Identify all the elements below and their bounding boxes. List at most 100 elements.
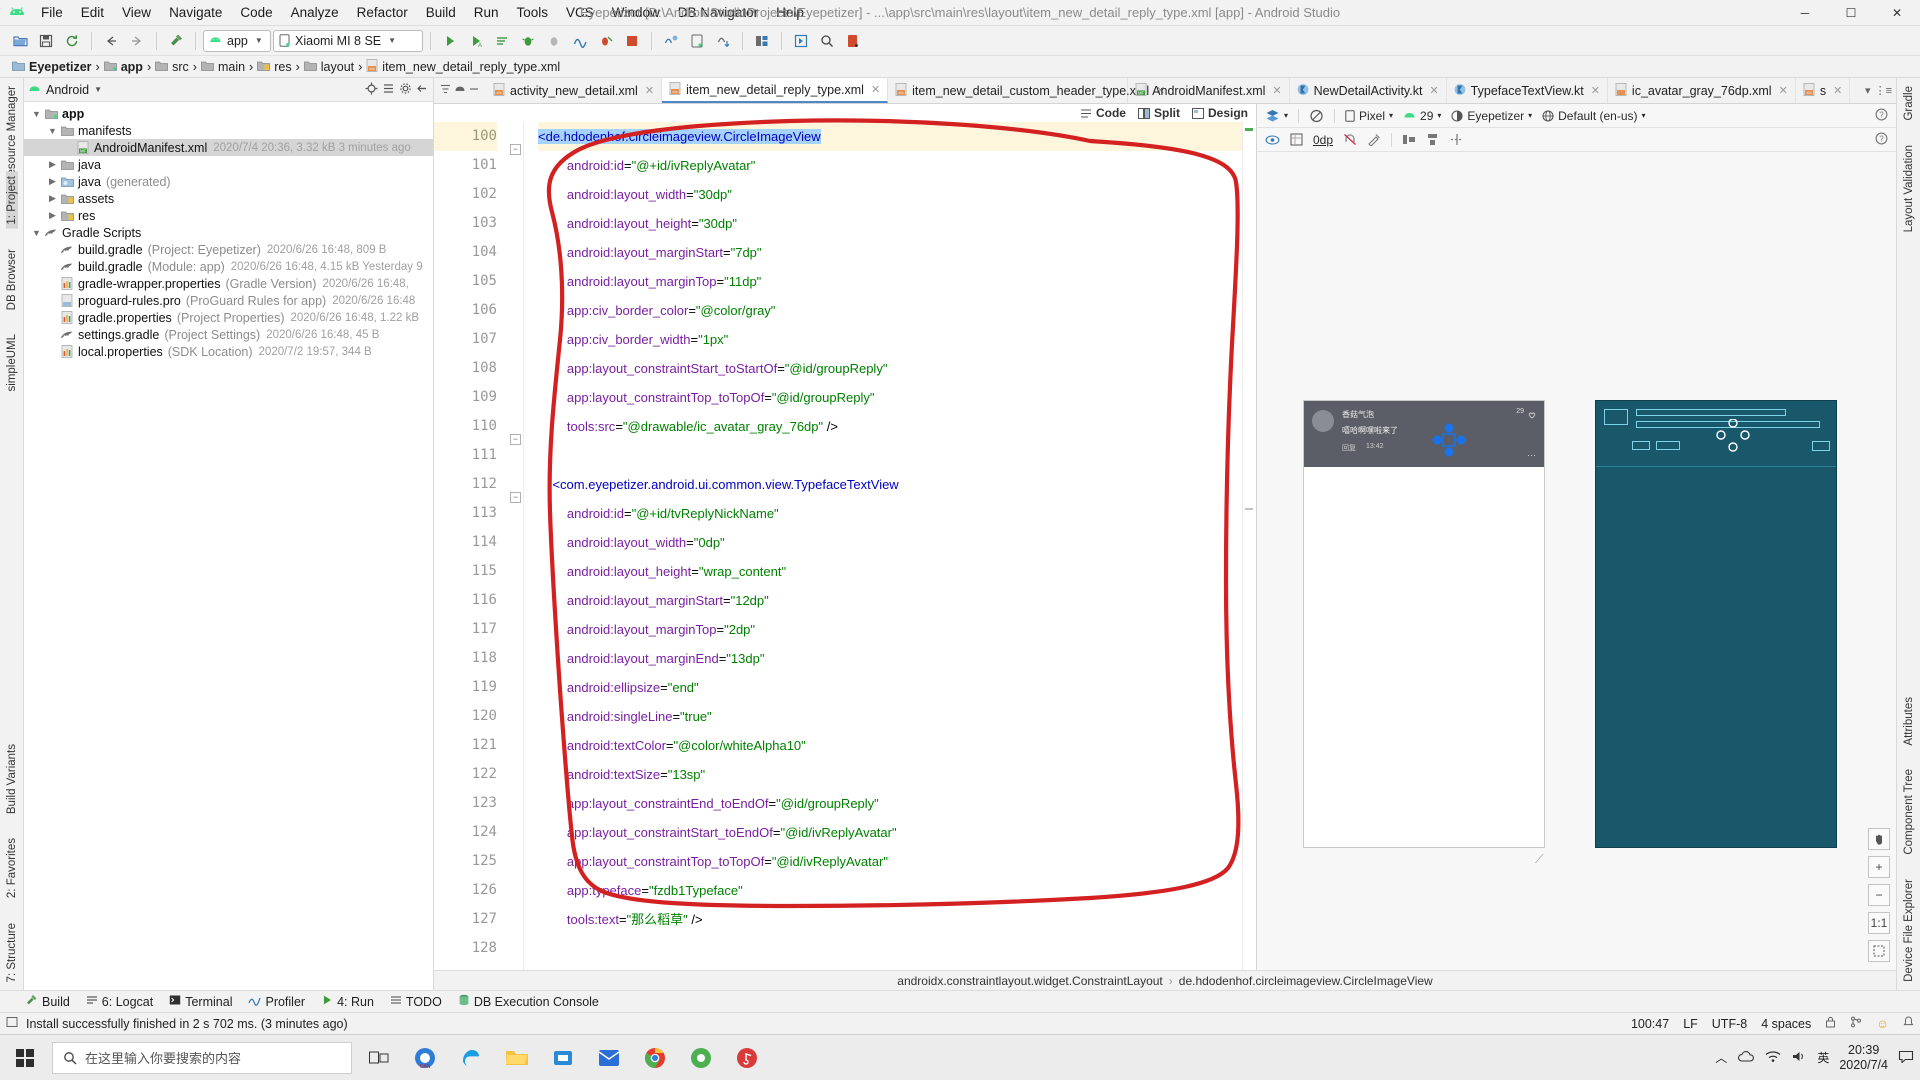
hide-tabs-icon[interactable] — [468, 83, 480, 98]
chrome-icon[interactable] — [636, 1039, 674, 1077]
sort-tabs-icon[interactable] — [440, 83, 452, 98]
code-line[interactable]: app:civ_border_color="@color/gray" — [538, 296, 1242, 325]
tree-row[interactable]: MF AndroidManifest.xml 2020/7/4 20:36, 3.3… — [24, 139, 433, 156]
code-line[interactable]: <com.eyepetizer.android.ui.common.view.T… — [538, 470, 1242, 499]
locate-icon[interactable] — [365, 82, 378, 98]
code-line[interactable]: app:layout_constraintStart_toEndOf="@id/… — [538, 818, 1242, 847]
expand-arrow-open-icon[interactable]: ▼ — [30, 228, 43, 238]
tree-row[interactable]: gradle.properties (Project Properties) 202… — [24, 309, 433, 326]
expand-arrow-closed-icon[interactable]: ▶ — [46, 193, 59, 204]
breadcrumb-item-src[interactable]: src — [153, 60, 191, 74]
code-line[interactable]: android:layout_height="wrap_content" — [538, 557, 1242, 586]
code-line[interactable]: android:textColor="@color/whiteAlpha10" — [538, 731, 1242, 760]
mode-code[interactable]: Code — [1080, 106, 1126, 120]
orientation-icon[interactable] — [1309, 109, 1324, 123]
tool-window-4-run[interactable]: 4: Run — [321, 994, 374, 1009]
blueprint-selection-handles[interactable] — [1716, 418, 1750, 456]
action-center-icon[interactable] — [1898, 1049, 1914, 1066]
maximize-button[interactable]: ☐ — [1828, 0, 1874, 26]
expand-arrow-closed-icon[interactable]: ▶ — [46, 210, 59, 221]
code-line[interactable]: app:layout_constraintEnd_toEndOf="@id/gr… — [538, 789, 1242, 818]
tray-volume-icon[interactable] — [1791, 1050, 1807, 1066]
editor-tab-activity-new-detail-xml[interactable]: <> activity_new_detail.xml ✕ — [486, 78, 663, 103]
rail-item-component-tree[interactable]: Component Tree — [1903, 765, 1915, 859]
tool-window-build[interactable]: Build — [26, 994, 70, 1009]
file-encoding[interactable]: UTF-8 — [1712, 1017, 1747, 1031]
editor-tab-ic-avatar-gray-76dp-xml[interactable]: ic_avatar_gray_76dp.xml ✕ — [1608, 78, 1796, 103]
sdk-update-icon[interactable] — [711, 29, 735, 53]
code-fold-toggle[interactable]: − — [510, 434, 521, 445]
blueprint-surface[interactable] — [1595, 400, 1837, 848]
layout-inspector-icon[interactable] — [789, 29, 813, 53]
tab-list-icon[interactable]: ⋮≡ — [1875, 84, 1892, 97]
code-line[interactable]: tools:src="@drawable/ic_avatar_gray_76dp… — [538, 412, 1242, 441]
expand-arrow-closed-icon[interactable]: ▶ — [46, 176, 59, 187]
menu-item-code[interactable]: Code — [231, 3, 281, 22]
selection-handles[interactable] — [1432, 423, 1466, 460]
editor-tab-item-new-detail-custom-header-type-xml[interactable]: <> item_new_detail_custom_header_type.xml… — [888, 78, 1165, 103]
breadcrumb-item-main[interactable]: main — [199, 60, 247, 74]
code-line[interactable]: app:layout_constraintStart_toStartOf="@i… — [538, 354, 1242, 383]
rail-item-gradle[interactable]: Gradle — [1903, 82, 1915, 125]
close-tab-icon[interactable]: ✕ — [1429, 84, 1438, 97]
rail-item-2-favorites[interactable]: 2: Favorites — [6, 834, 18, 902]
code-line[interactable]: app:typeface="fzdb1Typeface" — [538, 876, 1242, 905]
rail-item-layout-validation[interactable]: Layout Validation — [1903, 141, 1915, 236]
code-line[interactable]: android:singleLine="true" — [538, 702, 1242, 731]
tab-overflow-icon[interactable]: ▾ — [1865, 84, 1871, 97]
theme-picker[interactable]: Eyepetizer ▾ — [1451, 109, 1532, 123]
code-line[interactable]: android:layout_marginStart="12dp" — [538, 586, 1242, 615]
taskbar-search[interactable]: 在这里输入你要搜索的内容 — [52, 1041, 352, 1074]
rail-item-7-structure[interactable]: 7: Structure — [6, 919, 18, 986]
code-line[interactable]: <de.hdodenhof.circleimageview.CircleImag… — [538, 122, 1242, 151]
zoom-in-button[interactable]: + — [1868, 856, 1890, 878]
run-coverage-icon[interactable]: A — [464, 29, 488, 53]
menu-item-navigate[interactable]: Navigate — [160, 3, 231, 22]
align-horizontal-icon[interactable] — [1402, 133, 1416, 146]
settings-gear-icon[interactable] — [399, 82, 412, 98]
tree-row[interactable]: gradle-wrapper.properties (Gradle Version… — [24, 275, 433, 292]
tree-row[interactable]: ▼ manifests — [24, 122, 433, 139]
code-line[interactable]: android:layout_width="0dp" — [538, 528, 1242, 557]
menu-item-analyze[interactable]: Analyze — [282, 3, 348, 22]
ime-indicator[interactable]: 英 — [1817, 1049, 1829, 1066]
apply-changes-icon[interactable] — [490, 29, 514, 53]
component-breadcrumb-item[interactable]: de.hdodenhof.circleimageview.CircleImage… — [1179, 974, 1433, 988]
code-line[interactable]: android:layout_marginTop="2dp" — [538, 615, 1242, 644]
profiler-icon[interactable] — [568, 29, 592, 53]
hide-panel-icon[interactable] — [416, 82, 429, 98]
task-view-icon[interactable] — [360, 1039, 398, 1077]
rail-item-build-variants[interactable]: Build Variants — [6, 740, 18, 818]
expand-arrow-open-icon[interactable]: ▼ — [30, 109, 43, 119]
menu-item-run[interactable]: Run — [465, 3, 508, 22]
back-arrow-icon[interactable] — [99, 29, 123, 53]
close-button[interactable]: ✕ — [1874, 0, 1920, 26]
tool-window-todo[interactable]: TODO — [390, 994, 442, 1009]
device-selector[interactable]: Xiaomi MI 8 SE ▼ — [273, 29, 423, 52]
tool-window-db-execution-console[interactable]: DB Execution Console — [458, 994, 599, 1009]
mode-design[interactable]: Design — [1191, 106, 1248, 120]
close-tab-icon[interactable]: ✕ — [1272, 84, 1281, 97]
run-icon[interactable] — [438, 29, 462, 53]
smiley-icon[interactable]: ☺ — [1876, 1017, 1889, 1031]
error-stripe[interactable] — [1242, 122, 1256, 970]
mode-split[interactable]: Split — [1137, 106, 1180, 120]
tool-window-profiler[interactable]: Profiler — [248, 994, 305, 1009]
close-tab-icon[interactable]: ✕ — [1779, 84, 1788, 97]
menu-item-build[interactable]: Build — [417, 3, 465, 22]
rail-item-attributes[interactable]: Attributes — [1903, 693, 1915, 750]
code-line[interactable]: android:textSize="13sp" — [538, 760, 1242, 789]
zoom-actual-button[interactable]: 1:1 — [1868, 912, 1890, 934]
align-vertical-icon[interactable] — [1426, 133, 1440, 146]
code-line[interactable]: app:layout_constraintTop_toTopOf="@id/gr… — [538, 383, 1242, 412]
device-explorer-icon[interactable] — [841, 29, 865, 53]
tree-row[interactable]: build.gradle (Project: Eyepetizer) 2020/6/… — [24, 241, 433, 258]
tree-row[interactable]: settings.gradle (Project Settings) 2020/6/… — [24, 326, 433, 343]
code-line[interactable]: android:layout_marginTop="11dp" — [538, 267, 1242, 296]
taskbar-clock[interactable]: 20:39 2020/7/4 — [1839, 1043, 1888, 1073]
device-picker[interactable]: Pixel ▾ — [1345, 109, 1393, 123]
vcs-branch-icon[interactable] — [1850, 1016, 1862, 1031]
run-anything-icon[interactable] — [594, 29, 618, 53]
code-line[interactable]: android:id="@+id/tvReplyNickName" — [538, 499, 1242, 528]
code-line[interactable]: android:layout_height="30dp" — [538, 209, 1242, 238]
